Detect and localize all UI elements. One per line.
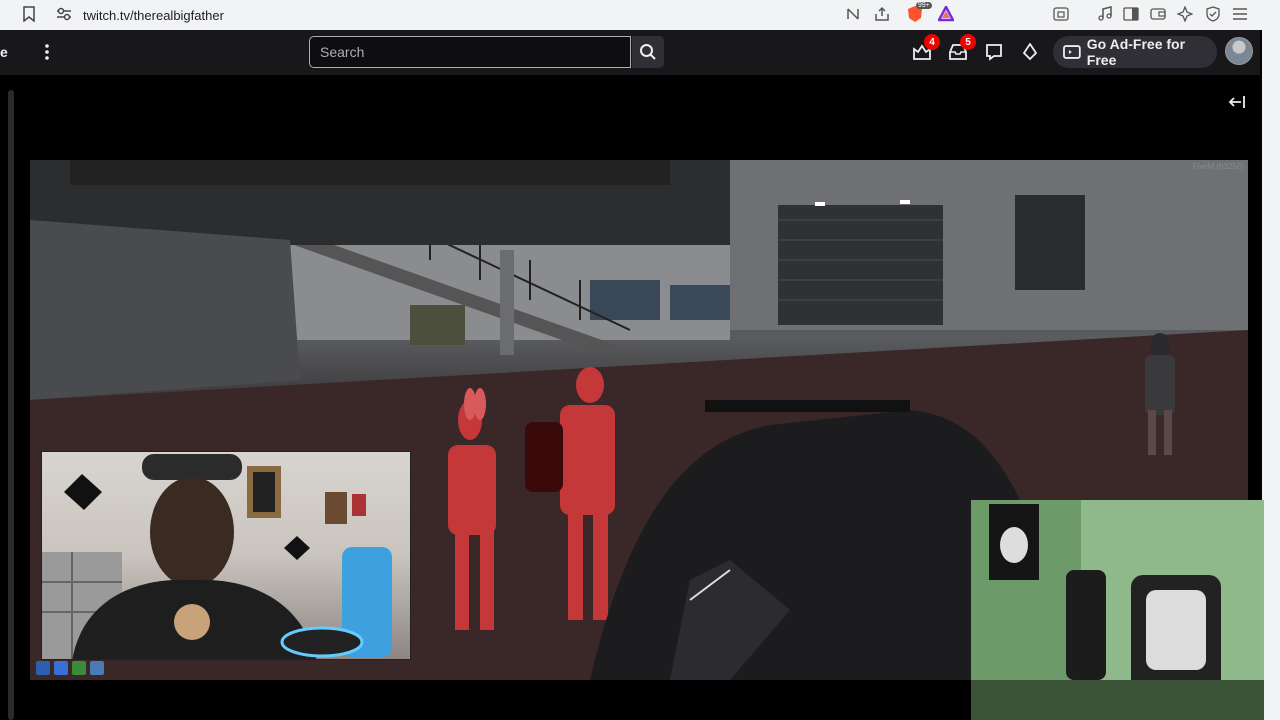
leo-icon[interactable] — [1174, 3, 1196, 25]
search-button[interactable] — [632, 36, 664, 68]
whispers-button[interactable] — [982, 40, 1006, 64]
browser-toolbar: twitch.tv/therealbigfather 99+ — [0, 0, 1280, 30]
go-ad-free-label: Go Ad-Free for Free — [1086, 36, 1186, 68]
cam-overlay-icons — [36, 661, 104, 675]
webcam-overlay-right — [971, 500, 1264, 720]
share-icon[interactable] — [871, 3, 893, 25]
inbox-count-badge: 5 — [960, 34, 976, 50]
side-scrollbar[interactable] — [8, 90, 14, 720]
food-icon — [72, 661, 86, 675]
brave-rewards-icon[interactable] — [935, 3, 957, 25]
browser-right-edge — [1262, 30, 1280, 720]
ad-free-icon — [1063, 45, 1081, 59]
collapse-chat-icon[interactable] — [1226, 92, 1248, 112]
drink-icon — [90, 661, 104, 675]
webcam-overlay-left — [41, 451, 411, 660]
wallet-icon[interactable] — [1147, 3, 1169, 25]
reader-off-icon[interactable] — [842, 3, 864, 25]
sidebar-icon[interactable] — [1120, 3, 1142, 25]
menu-icon[interactable] — [1229, 3, 1251, 25]
brave-shield-icon[interactable]: 99+ — [904, 2, 932, 25]
media-icon[interactable] — [1094, 3, 1116, 25]
user-avatar[interactable] — [1225, 37, 1253, 65]
go-ad-free-button[interactable]: Go Ad-Free for Free — [1053, 36, 1217, 68]
shield-badge-icon — [54, 661, 68, 675]
nav-brand-fragment[interactable]: e — [0, 44, 8, 60]
more-options-icon[interactable] — [38, 40, 56, 64]
webcam-scene-right — [971, 500, 1264, 720]
whisper-icon — [986, 44, 1002, 61]
vpn-icon[interactable] — [1202, 3, 1224, 25]
prime-count-badge: 4 — [924, 34, 940, 50]
address-bar-url[interactable]: twitch.tv/therealbigfather — [83, 8, 224, 23]
webcam-scene-left — [42, 454, 392, 659]
shield-count-badge: 99+ — [916, 2, 932, 9]
bits-icon — [1022, 43, 1038, 61]
site-info-icon[interactable] — [54, 4, 74, 24]
mic-icon — [36, 661, 50, 675]
tab-icon[interactable] — [1050, 3, 1072, 25]
game-build-watermark: FiveM (b3258) — [1192, 162, 1244, 171]
bookmark-icon[interactable] — [20, 4, 38, 24]
twitch-top-nav: e Search 4 5 Go Ad-Free for Free — [0, 30, 1260, 75]
bits-button[interactable] — [1018, 40, 1042, 64]
search-input[interactable]: Search — [309, 36, 631, 68]
search-icon — [640, 44, 656, 60]
inbox-button[interactable]: 5 — [946, 34, 976, 64]
prime-loot-button[interactable]: 4 — [910, 34, 940, 64]
